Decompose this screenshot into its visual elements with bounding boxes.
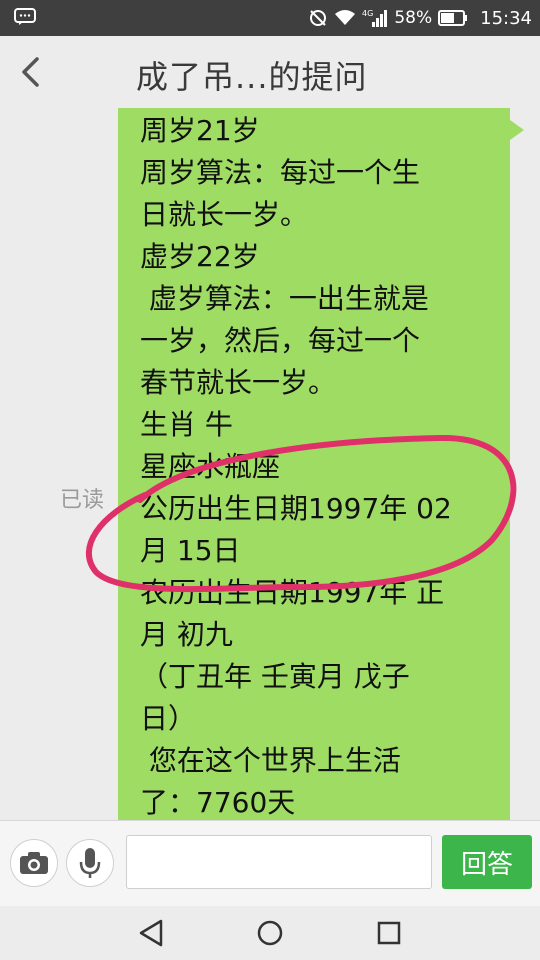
wifi-icon: [334, 9, 356, 27]
nav-home-icon: [257, 920, 283, 946]
battery-icon: [438, 10, 468, 26]
nav-home-button[interactable]: [253, 916, 287, 950]
nav-back-button[interactable]: [134, 916, 168, 950]
message-line: 您在这个世界上生活: [140, 744, 401, 777]
page-title: 成了吊...的提问: [136, 58, 368, 96]
status-icons: 4G 58% 15:34: [308, 0, 532, 36]
message-line: 一岁，然后，每过一个: [140, 324, 421, 357]
camera-icon: [20, 852, 48, 874]
camera-button[interactable]: [10, 839, 58, 887]
nav-recent-button[interactable]: [372, 916, 406, 950]
message-line: 月 15日: [140, 534, 241, 567]
message-line: 虚岁22岁: [140, 240, 260, 273]
message-line: （丁丑年 壬寅月 戊子: [140, 660, 410, 693]
clock: 15:34: [480, 7, 532, 29]
message-line: 生肖 牛: [140, 408, 233, 441]
message-line: 日）: [140, 702, 197, 735]
message-bubble[interactable]: 周岁21岁周岁算法：每过一个生 日就长一岁。 虚岁22岁 虚岁算法：一出生就是 一岁，…: [118, 108, 510, 820]
answer-input[interactable]: [126, 835, 432, 889]
message-line: 周岁算法：每过一个生: [140, 156, 421, 189]
message-line: 公历出生日期1997年 02: [140, 492, 452, 525]
header: 成了吊...的提问: [0, 36, 540, 109]
nav-recent-icon: [377, 921, 401, 945]
message-line: 月 初九: [140, 618, 233, 651]
input-bar: 回答: [0, 820, 540, 907]
message-text: 周岁21岁周岁算法：每过一个生 日就长一岁。 虚岁22岁 虚岁算法：一出生就是 一岁，…: [140, 110, 498, 820]
chevron-left-icon: [22, 57, 39, 87]
chat-area[interactable]: 已读 周岁21岁周岁算法：每过一个生 日就长一岁。 虚岁22岁 虚岁算法：一出生就是…: [0, 108, 540, 820]
message-line: 农历出生日期1997年 正: [140, 576, 445, 609]
message-line: 周岁21岁: [140, 114, 260, 147]
signal-icon: 4G: [362, 8, 388, 28]
message-line: 了：7760天: [140, 786, 296, 819]
message-icon: [14, 8, 36, 26]
voice-button[interactable]: [66, 839, 114, 887]
message-line: 日就长一岁。: [140, 198, 309, 231]
message-line: 虚岁算法：一出生就是: [140, 282, 429, 315]
back-button[interactable]: [8, 50, 52, 94]
read-status: 已读: [60, 488, 105, 513]
status-bar: 4G 58% 15:34: [0, 0, 540, 36]
alarm-off-icon: [308, 8, 328, 28]
message-line: 春节就长一岁。: [140, 366, 337, 399]
nav-back-icon: [139, 919, 163, 947]
svg-text:4G: 4G: [362, 9, 373, 18]
answer-button[interactable]: 回答: [442, 835, 532, 889]
battery-percent: 58%: [394, 8, 433, 28]
microphone-icon: [79, 848, 101, 878]
bubble-tail: [510, 120, 524, 140]
message-line: 星座水瓶座: [140, 450, 281, 483]
nav-bar: [0, 906, 540, 960]
screen: 4G 58% 15:34 成了吊...的提问 已读 周岁21岁 周岁算法：每过一…: [0, 0, 540, 960]
